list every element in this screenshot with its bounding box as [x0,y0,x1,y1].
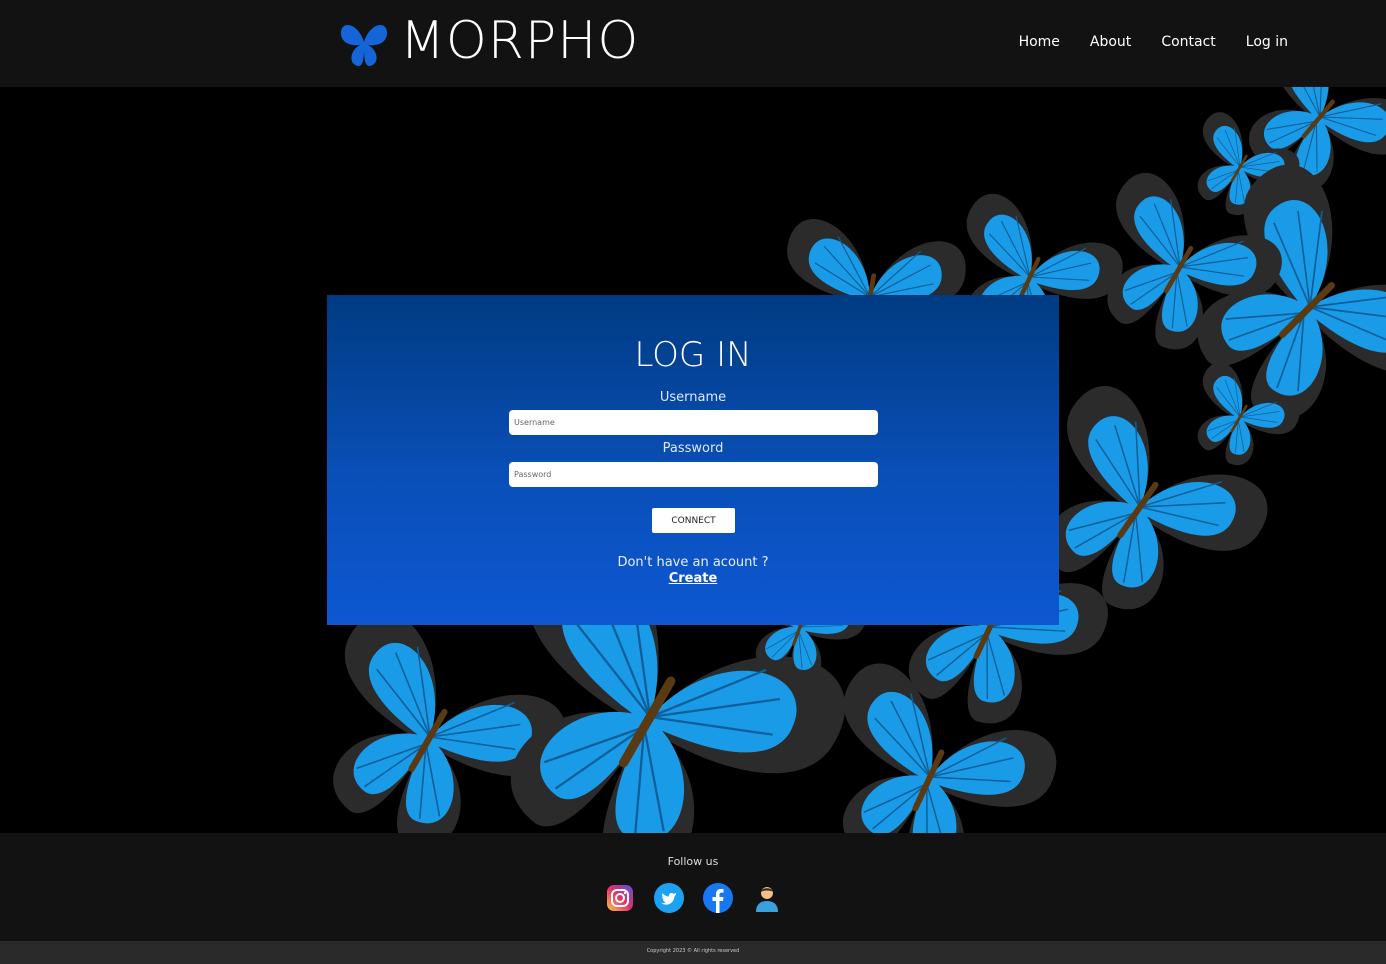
brand-name: MORPHO [400,11,640,71]
no-account-text: Don't have an acount ? [617,555,769,570]
instagram-icon[interactable] [605,883,635,913]
nav-home[interactable]: Home [1019,34,1060,50]
nav-contact[interactable]: Contact [1161,34,1215,50]
nav-about[interactable]: About [1090,34,1131,50]
password-input[interactable] [509,462,878,487]
username-input[interactable] [509,410,878,435]
facebook-icon[interactable] [703,883,733,913]
user-icon[interactable] [752,883,782,913]
nav-login[interactable]: Log in [1246,34,1288,50]
username-label: Username [659,390,727,405]
social-links [605,883,782,913]
login-card: LOG IN Username Password CONNECT Don't h… [327,295,1059,625]
password-label: Password [662,441,724,456]
brand-logo[interactable]: MORPHO [338,8,639,74]
connect-button[interactable]: CONNECT [652,508,735,533]
copyright-bar: Copyright 2023 © All rights reserved [0,941,1386,964]
copyright-text: Copyright 2023 © All rights reserved [646,948,740,954]
butterfly-logo-icon [340,24,388,67]
site-header: MORPHO Home About Contact Log in [0,0,1386,87]
login-title: LOG IN [634,335,752,375]
create-account-link[interactable]: Create [327,571,1059,586]
main-nav: Home About Contact Log in [1019,34,1288,50]
site-footer: Follow us [0,833,1386,941]
hero-section: LOG IN Username Password CONNECT Don't h… [0,87,1386,833]
twitter-icon[interactable] [654,883,684,913]
follow-us-label: Follow us [667,855,719,868]
